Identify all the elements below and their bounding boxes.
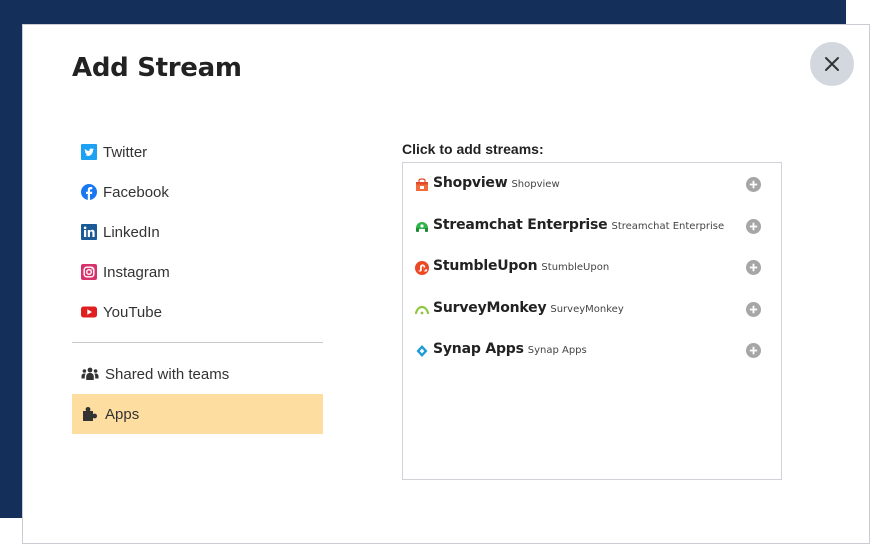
facebook-icon [81,184,97,200]
stream-name: Shopview [433,175,508,191]
stream-subtitle: SurveyMonkey [550,303,624,315]
nav-item-facebook[interactable]: Facebook [72,172,323,212]
nav-item-shared-with-teams[interactable]: Shared with teams [72,354,323,394]
stumbleupon-icon [415,261,429,275]
streamchat-icon [416,221,428,232]
streams-list: Shopview Shopview Streamchat Enterprise … [402,162,782,480]
dialog-title: Add Stream [72,53,242,83]
nav-label-youtube: YouTube [103,303,162,321]
stream-item-stumbleupon[interactable]: StumbleUpon StumbleUpon [403,256,781,298]
network-nav: Twitter Facebook LinkedIn Instagram YouT… [72,132,323,434]
nav-label-linkedin: LinkedIn [103,223,160,241]
close-button[interactable] [810,42,854,86]
nav-item-twitter[interactable]: Twitter [72,132,323,172]
nav-item-youtube[interactable]: YouTube [72,292,323,332]
stream-name: Streamchat Enterprise [433,216,608,233]
add-circle-icon[interactable] [746,343,761,358]
streams-panel: Click to add streams: Shopview Shopview [402,141,782,480]
linkedin-icon [81,224,97,240]
stream-subtitle: Shopview [511,179,560,190]
stream-name: Synap Apps [433,341,524,357]
add-circle-icon[interactable] [746,177,761,192]
nav-item-linkedin[interactable]: LinkedIn [72,212,323,252]
add-stream-dialog: Add Stream Twitter Facebook LinkedIn Ins… [22,24,870,544]
stream-subtitle: Synap Apps [527,345,587,356]
stream-name: StumbleUpon [433,258,538,274]
puzzle-icon [81,406,99,422]
stream-item-surveymonkey[interactable]: SurveyMonkey SurveyMonkey [403,298,781,340]
nav-label-apps: Apps [105,405,140,423]
nav-label-facebook: Facebook [103,183,169,201]
teams-icon [81,366,99,382]
stream-item-streamchat-enterprise[interactable]: Streamchat Enterprise Streamchat Enterpr… [403,215,781,257]
nav-item-instagram[interactable]: Instagram [72,252,323,292]
nav-divider [72,342,323,343]
shopview-icon [416,178,428,191]
nav-item-apps[interactable]: Apps [72,394,323,434]
nav-label-instagram: Instagram [103,263,170,281]
stream-name: SurveyMonkey [433,299,547,316]
stream-item-synap-apps[interactable]: Synap Apps Synap Apps [403,339,781,381]
stream-subtitle: StumbleUpon [541,262,610,273]
stream-subtitle: Streamchat Enterprise [611,220,725,232]
stream-item-shopview[interactable]: Shopview Shopview [403,173,781,215]
instagram-icon [81,264,97,280]
surveymonkey-icon [415,305,429,314]
add-circle-icon[interactable] [746,301,761,317]
add-circle-icon[interactable] [746,260,761,275]
synap-icon [416,345,428,357]
close-icon [825,57,839,71]
add-circle-icon[interactable] [746,218,761,234]
streams-title: Click to add streams: [402,141,544,157]
nav-label-shared-with-teams: Shared with teams [105,365,230,383]
youtube-icon [81,304,97,320]
twitter-icon [81,144,97,160]
nav-label-twitter: Twitter [103,143,148,161]
